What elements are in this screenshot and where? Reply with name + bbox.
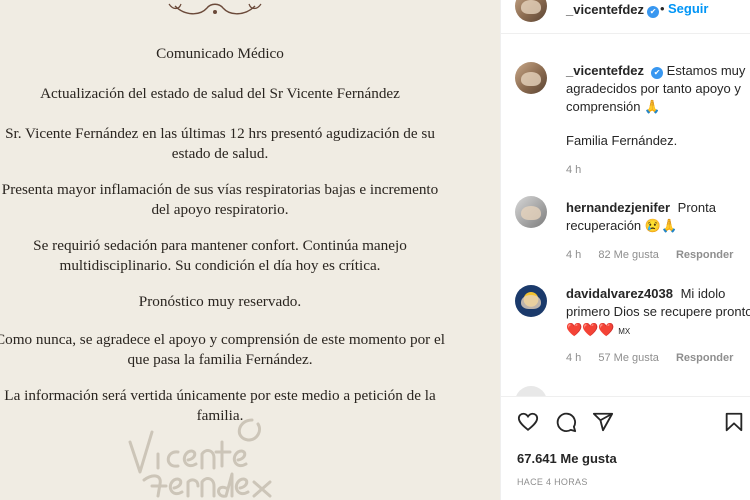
comment-username[interactable]: davidalvarez4038 [566,286,673,301]
comment-likes[interactable]: 57 Me gusta [598,352,659,364]
flag-text: MX [618,327,631,336]
commenter-avatar[interactable] [515,196,547,228]
separator-dot: • [660,1,665,16]
caption-signoff: Familia Fernández. [566,133,678,148]
comment-text: davidalvarez4038 Mi idolo primero Dios s… [566,285,750,341]
document-line: estado de salud. [171,145,269,162]
document-line: Pronóstico muy reservado. [138,293,302,310]
comment-text: hernandezjenifer Pronta recuperación 😢🙏 [566,199,750,235]
header-author: _vicentefdez ✔ [566,1,660,19]
document-line: multidisciplinario. Su condición el día … [59,257,381,274]
post-timestamp[interactable]: HACE 4 HORAS [517,477,588,487]
caption-avatar[interactable] [515,62,547,94]
ornament-decoration [168,3,262,15]
reply-button[interactable]: Responder [676,352,733,364]
comments-panel: _vicentefdez ✔ • Seguir _vicentefdez ✔ Est… [500,0,750,500]
header-username[interactable]: _vicentefdez [566,2,644,17]
post-image[interactable]: Comunicado Médico Actualización del esta… [0,0,500,500]
document-line: Sr. Vicente Fernández en las últimas 12 … [5,125,435,142]
post-header: _vicentefdez ✔ • Seguir [501,0,750,34]
document-line: del apoyo respiratorio. [151,201,289,218]
commenter-avatar[interactable] [515,285,547,317]
comment-time[interactable]: 4 h [566,249,581,261]
follow-button[interactable]: Seguir [668,1,708,16]
signature-watermark [128,418,272,498]
document-line: Presenta mayor inflamación de sus vías r… [1,181,439,198]
verified-icon: ✔ [651,67,664,79]
caption-time[interactable]: 4 h [566,164,581,176]
document-title: Comunicado Médico [156,45,284,62]
save-icon[interactable] [723,411,745,433]
document-line: Se requirió sedación para mantener confo… [33,237,407,254]
comment-time[interactable]: 4 h [566,352,581,364]
reply-button[interactable]: Responder [676,249,733,261]
likes-count[interactable]: 67.641 Me gusta [517,451,617,466]
comment-username[interactable]: hernandezjenifer [566,200,670,215]
verified-icon: ✔ [647,6,660,18]
comment-meta: 4 h 57 Me gusta Responder [566,352,747,364]
caption-text: _vicentefdez ✔ Estamos muy agradecidos po… [566,62,750,116]
heart-icon[interactable] [517,411,539,433]
heart-emoji: ❤️❤️❤️ [566,322,615,337]
document-line: que pasa la familia Fernández. [127,351,313,368]
share-icon[interactable] [592,411,614,433]
comment-meta: 4 h 82 Me gusta Responder [566,249,747,261]
document-subtitle: Actualización del estado de salud del Sr… [40,85,400,102]
caption-username[interactable]: _vicentefdez [566,63,644,78]
comment-icon[interactable] [555,411,577,433]
actions-bar: 67.641 Me gusta HACE 4 HORAS [501,396,750,500]
comment-likes[interactable]: 82 Me gusta [598,249,659,261]
avatar[interactable] [515,0,547,22]
document-line: Como nunca, se agradece el apoyo y compr… [0,331,445,348]
caption-meta: 4 h [566,164,595,176]
